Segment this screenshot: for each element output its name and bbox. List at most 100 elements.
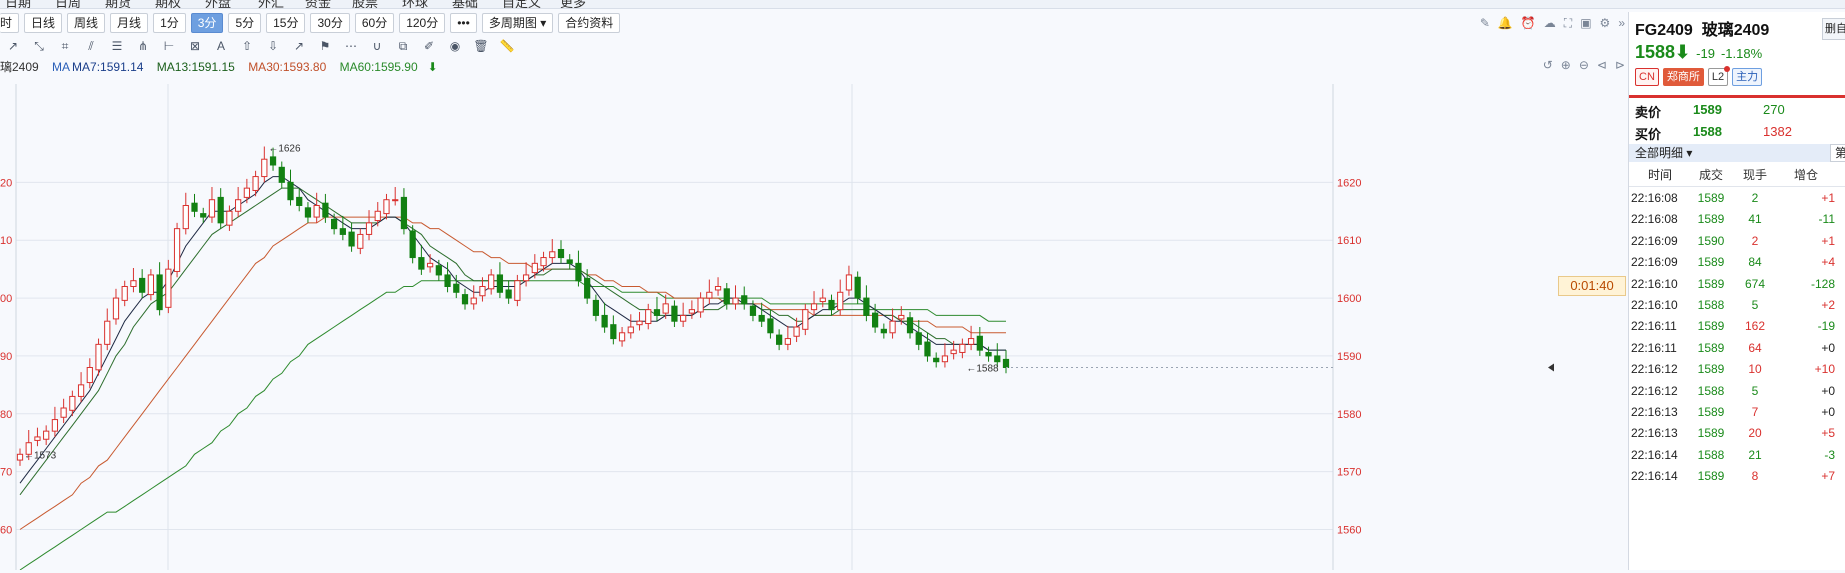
tick-price: 1590 xyxy=(1697,233,1725,248)
period-button[interactable]: 时 xyxy=(0,13,20,33)
tick-price: 1589 xyxy=(1697,319,1725,334)
top-nav-item[interactable]: 期权 xyxy=(155,0,181,8)
tick-time: 22:16:13 xyxy=(1631,404,1678,419)
tick-volume: 84 xyxy=(1748,255,1762,270)
top-nav-item[interactable]: 日期 xyxy=(5,0,31,8)
fullscreen-icon[interactable]: ⛶ xyxy=(1564,16,1572,31)
period-button[interactable]: 1分 xyxy=(153,13,186,33)
chart-controls: ↺ ⊕ ⊖ ⊲ ⊳ xyxy=(1543,58,1625,72)
candle xyxy=(636,320,643,326)
measure-tool-icon[interactable]: ⊢ xyxy=(156,39,182,53)
collapse-icon[interactable]: » xyxy=(1618,16,1625,30)
top-nav-item[interactable]: 更多 xyxy=(560,0,586,8)
candle xyxy=(618,332,626,342)
period-button[interactable]: 120分 xyxy=(399,13,446,33)
fib-tool-icon[interactable]: ☰ xyxy=(104,39,130,53)
candle xyxy=(819,297,826,303)
last-price-value: 1588 xyxy=(1635,42,1676,62)
symbol-name: 玻璃2409 xyxy=(1701,22,1770,39)
top-nav-item[interactable]: 外汇 xyxy=(258,0,284,8)
top-nav-item[interactable]: 股票 xyxy=(352,0,378,8)
reset-icon[interactable]: ↺ xyxy=(1543,58,1553,72)
more-button[interactable]: ••• xyxy=(450,13,477,33)
tick-volume: 7 xyxy=(1751,404,1759,419)
arrow-up-tool-icon[interactable]: ⇧ xyxy=(234,39,260,53)
pen-icon[interactable]: ✐ xyxy=(416,39,442,53)
period-button[interactable]: 60分 xyxy=(354,13,395,33)
kline-chart[interactable]: 20 1620 10 1610 00 1600 90 1590 80 1580 70 1570 60 15… xyxy=(0,84,1630,571)
candle xyxy=(208,199,216,218)
zoom-in-icon[interactable]: ⊕ xyxy=(1561,58,1571,72)
ruler-tool-icon[interactable]: ⊠ xyxy=(182,39,208,53)
arrow-down-tool-icon[interactable]: ⇩ xyxy=(260,39,286,53)
price-annotation: ←1588 xyxy=(966,364,999,375)
y-tick-left: 60 xyxy=(0,525,12,537)
tick-price: 1588 xyxy=(1697,297,1725,312)
detail-label: 全部明细 xyxy=(1635,146,1684,160)
top-nav-item[interactable]: 日周 xyxy=(55,0,81,8)
ray-tool-icon[interactable]: ⤡ xyxy=(26,39,52,54)
scroll-left-icon[interactable]: ⊲ xyxy=(1597,58,1607,72)
top-nav-item[interactable]: 自定义 xyxy=(502,0,541,8)
col-oi: 增仓 xyxy=(1793,168,1818,182)
crop-tool-icon[interactable]: ⌗ xyxy=(52,39,78,54)
contract-info-button[interactable]: 合约资料 xyxy=(558,13,621,33)
detail-dropdown[interactable]: 全部明细 ▾ 第 xyxy=(1629,144,1845,162)
candle xyxy=(531,262,538,274)
price-change-pct: -1.18% xyxy=(1720,46,1763,61)
settings-icon[interactable]: ⚙ xyxy=(1600,16,1611,30)
top-nav-item[interactable]: 期货 xyxy=(105,0,131,8)
pitchfork-tool-icon[interactable]: ⋔ xyxy=(130,39,156,53)
tick-oi: -11 xyxy=(1818,212,1835,227)
draw-icon[interactable]: ✎ xyxy=(1480,16,1490,30)
zoom-out-icon[interactable]: ⊖ xyxy=(1579,58,1589,72)
top-nav-item[interactable]: 环球 xyxy=(402,0,428,8)
bell-icon[interactable]: 🔔 xyxy=(1498,16,1513,30)
parallel-tool-icon[interactable]: ⫽ xyxy=(78,39,104,54)
period-button[interactable]: 5分 xyxy=(228,13,262,33)
top-nav-item[interactable]: 基础 xyxy=(452,0,478,8)
candle xyxy=(1002,358,1010,368)
alarm-icon[interactable]: ⏰ xyxy=(1521,16,1536,30)
copy-icon[interactable]: ⧉ xyxy=(390,39,416,54)
tick-oi: +2 xyxy=(1821,297,1835,312)
quote-panel: FG2409 玻璃2409 删自 1588⬇ -19 -1.18% CN 郑商所 L… xyxy=(1628,12,1845,570)
period-button[interactable]: 月线 xyxy=(110,13,149,33)
tick-row: 22:16:09 1589 84 +4 xyxy=(1629,252,1845,273)
candle xyxy=(522,274,530,282)
top-nav-item[interactable]: 资金 xyxy=(305,0,331,8)
candle xyxy=(898,314,905,320)
y-tick-left: 20 xyxy=(0,177,12,189)
side-tab[interactable]: 第 xyxy=(1829,144,1845,162)
candle xyxy=(671,305,678,322)
arrow-tool-icon[interactable]: ↗ xyxy=(286,39,312,53)
period-button[interactable]: 15分 xyxy=(266,13,306,33)
cloud-icon[interactable]: ☁ xyxy=(1544,16,1556,30)
candle xyxy=(348,231,355,247)
candle xyxy=(269,156,277,166)
text-tool-icon[interactable]: A xyxy=(208,39,234,53)
line-tool-icon[interactable]: ↗ xyxy=(0,39,26,53)
candle xyxy=(296,196,303,207)
eye-icon[interactable]: ◉ xyxy=(442,39,468,53)
ruler-icon[interactable]: 📏 xyxy=(494,39,520,53)
tick-volume: 674 xyxy=(1744,276,1766,291)
magnet-icon[interactable]: ∪ xyxy=(364,39,390,53)
period-button[interactable]: 日线 xyxy=(24,13,63,33)
tick-volume: 41 xyxy=(1748,212,1762,227)
period-button[interactable]: 3分 xyxy=(190,13,224,33)
candle xyxy=(217,196,224,224)
kline-svg: 20 1620 10 1610 00 1600 90 1590 80 1580 70 1570 60 15… xyxy=(0,84,1630,571)
flag-tool-icon[interactable]: ⚑ xyxy=(312,39,338,53)
multi-period-button[interactable]: 多周期图 ▾ xyxy=(481,13,554,33)
top-nav-item[interactable]: 外盘 xyxy=(205,0,231,8)
scroll-right-icon[interactable]: ⊳ xyxy=(1615,58,1625,72)
delete-self-button[interactable]: 删自 xyxy=(1822,18,1845,40)
camera-icon[interactable]: ▣ xyxy=(1580,16,1591,30)
period-button[interactable]: 30分 xyxy=(310,13,350,33)
more-tools-icon[interactable]: ⋯ xyxy=(338,39,364,53)
symbol-label: 璃2409 xyxy=(0,60,39,74)
tick-oi: +1 xyxy=(1821,191,1835,205)
trash-icon[interactable]: 🗑 xyxy=(468,39,494,53)
period-button[interactable]: 周线 xyxy=(67,13,106,33)
